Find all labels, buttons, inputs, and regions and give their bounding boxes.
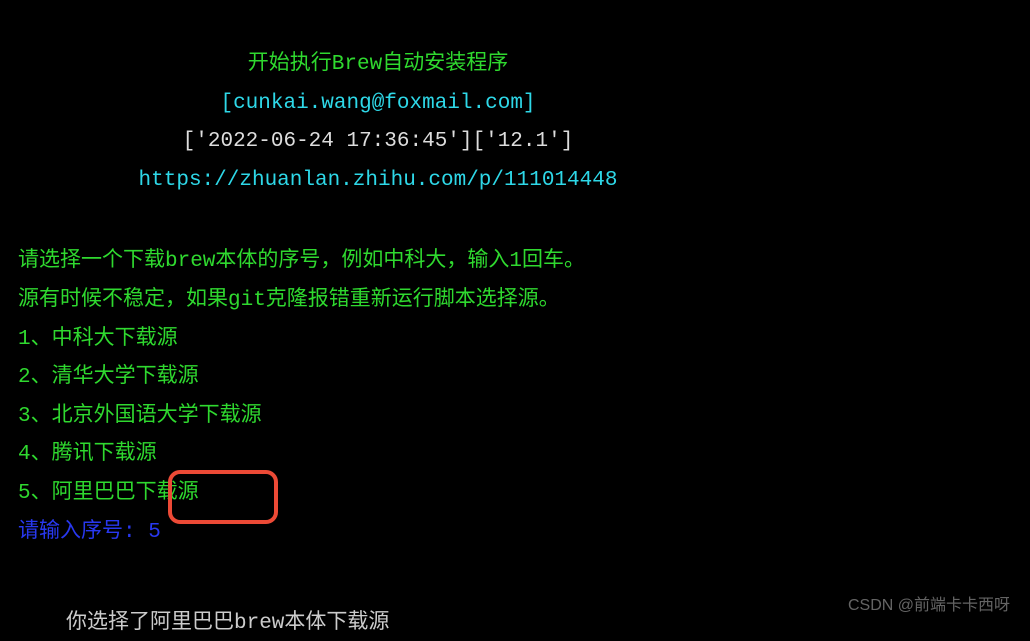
option-item: 3、北京外国语大学下载源	[18, 400, 1030, 434]
instruction-line-1: 请选择一个下载brew本体的序号，例如中科大，输入1回车。	[18, 245, 1030, 279]
input-prompt-line[interactable]: 请输入序号: 5	[18, 516, 1030, 550]
prompt-label: 请输入序号:	[18, 521, 148, 544]
header-block: 开始执行Brew自动安装程序 [cunkai.wang@foxmail.com]…	[18, 48, 738, 197]
prompt-input-value[interactable]: 5	[148, 521, 161, 544]
installer-title: 开始执行Brew自动安装程序	[18, 48, 738, 82]
timestamp-info: ['2022-06-24 17:36:45']['12.1']	[18, 125, 738, 159]
watermark-text: CSDN @前端卡卡西呀	[848, 593, 1010, 619]
instruction-line-2: 源有时候不稳定，如果git克隆报错重新运行脚本选择源。	[18, 284, 1030, 318]
contact-email: [cunkai.wang@foxmail.com]	[18, 87, 738, 121]
reference-url: https://zhuanlan.zhihu.com/p/111014448	[18, 164, 738, 198]
option-item: 5、阿里巴巴下载源	[18, 477, 1030, 511]
option-item: 4、腾讯下载源	[18, 438, 1030, 472]
option-item: 2、清华大学下载源	[18, 361, 1030, 395]
option-item: 1、中科大下载源	[18, 323, 1030, 357]
terminal-window[interactable]: 开始执行Brew自动安装程序 [cunkai.wang@foxmail.com]…	[0, 48, 1030, 641]
